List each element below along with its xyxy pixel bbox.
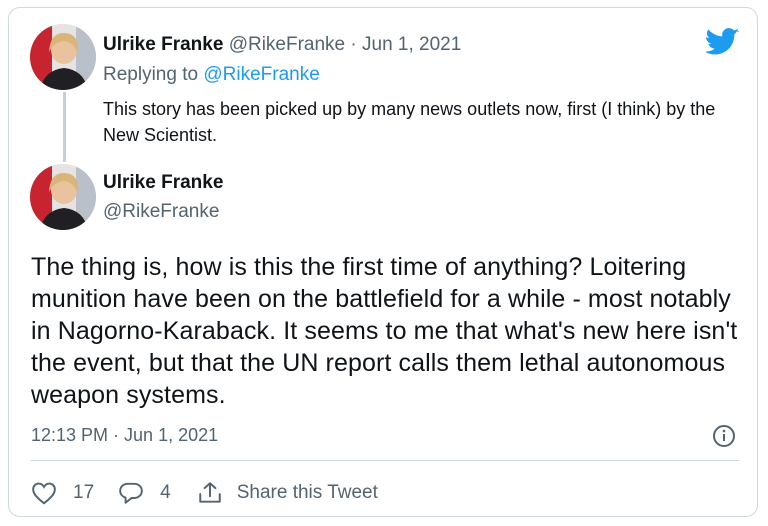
- share-label: Share this Tweet: [236, 482, 378, 503]
- reply-author-handle[interactable]: @RikeFranke: [229, 34, 345, 55]
- reply-tweet-text: This story has been picked up by many ne…: [103, 99, 716, 145]
- share-button[interactable]: Share this Tweet: [197, 481, 378, 505]
- speech-bubble-icon: [119, 482, 143, 504]
- avatar-photo-icon: [30, 164, 96, 230]
- replying-to-label: Replying to: [103, 64, 199, 85]
- heart-icon: [32, 482, 56, 505]
- main-author-name[interactable]: Ulrike Franke: [103, 172, 223, 194]
- embedded-tweet-card: Ulrike Franke @RikeFranke · Jun 1, 2021 …: [8, 7, 758, 517]
- avatar[interactable]: [30, 164, 96, 230]
- replying-to-line: Replying to @RikeFranke: [103, 64, 320, 86]
- main-tweet-text: The thing is, how is this the first time…: [31, 253, 738, 409]
- reply-author-line: Ulrike Franke @RikeFranke · Jun 1, 2021: [103, 34, 461, 56]
- twitter-bird-icon[interactable]: [706, 28, 740, 56]
- reply-button[interactable]: 4: [118, 481, 171, 505]
- reply-date[interactable]: Jun 1, 2021: [362, 34, 461, 55]
- info-icon[interactable]: [712, 424, 736, 448]
- divider: [31, 460, 739, 461]
- avatar[interactable]: [30, 24, 96, 90]
- main-author-handle[interactable]: @RikeFranke: [103, 201, 219, 223]
- reply-count: 4: [160, 482, 171, 503]
- reply-author-name[interactable]: Ulrike Franke: [103, 34, 223, 55]
- tweet-actions: 17 4 Share this Tweet: [31, 478, 378, 508]
- share-upload-icon: [198, 482, 221, 503]
- tweet-timestamp[interactable]: 12:13 PM · Jun 1, 2021: [31, 425, 218, 446]
- like-button[interactable]: 17: [31, 481, 94, 505]
- replying-to-handle-link[interactable]: @RikeFranke: [203, 64, 319, 85]
- thread-connector-line: [63, 92, 66, 162]
- separator-dot: ·: [350, 34, 357, 55]
- avatar-photo-icon: [30, 24, 96, 90]
- like-count: 17: [73, 482, 95, 503]
